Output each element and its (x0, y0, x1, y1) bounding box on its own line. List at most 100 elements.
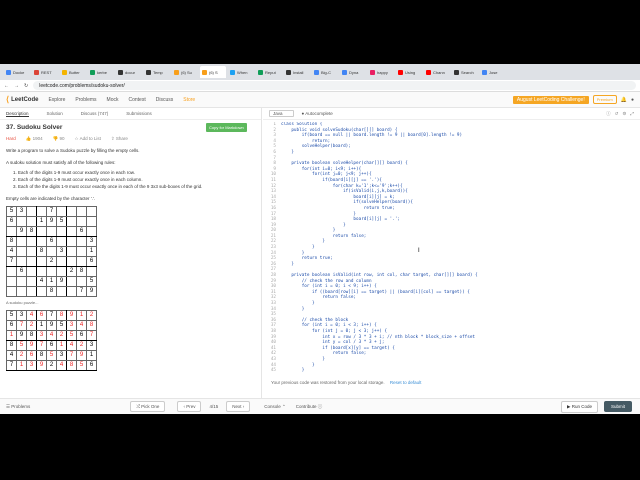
sudoku-cell (6, 266, 17, 277)
browser-tab[interactable]: (6) Su (172, 66, 198, 78)
sudoku-cell: 6 (46, 236, 57, 247)
avatar[interactable]: ● (631, 97, 634, 103)
browser-tab-label: Temp (153, 69, 163, 75)
sudoku-cell: 1 (56, 340, 67, 351)
nav-store[interactable]: Store (183, 97, 195, 103)
url-input[interactable]: leetcode.com/problems/sudoku-solver/ (33, 81, 636, 90)
browser-tab[interactable]: (6) S (200, 66, 226, 78)
nav-discuss[interactable]: Discuss (156, 97, 174, 103)
browser-tab-label: (6) S (209, 69, 218, 75)
rules-list: Each of the digits 1-9 must occur exactl… (6, 169, 255, 190)
browser-tab[interactable]: happy (368, 66, 394, 78)
challenge-banner[interactable]: August LeetCoding Challenge! (512, 95, 589, 104)
tab-solution[interactable]: Solution (47, 111, 63, 116)
browser-tab[interactable]: Temp (144, 66, 170, 78)
code-editor[interactable]: 1 class Solution {2 public void solveSudo… (263, 122, 640, 376)
share-label: Share (115, 136, 128, 141)
reset-icon[interactable]: ↺ (615, 111, 619, 117)
console-button[interactable]: Console ⌃ (264, 404, 286, 410)
browser-tab[interactable]: Big-C (312, 66, 338, 78)
sudoku-cell (66, 226, 77, 237)
sudoku-cell: 2 (26, 320, 37, 331)
reload-icon[interactable]: ↻ (24, 83, 28, 89)
sudoku-cell: 6 (76, 330, 87, 341)
sudoku-cell: 5 (46, 350, 57, 361)
share-button[interactable]: ⇪ Share (111, 135, 128, 142)
browser-tab[interactable]: Chann (424, 66, 450, 78)
language-select[interactable]: Java (269, 110, 294, 117)
sudoku-cell: 4 (76, 320, 87, 331)
browser-tab-label: Docke (13, 69, 25, 75)
sudoku-cell: 3 (86, 236, 97, 247)
reset-to-default-link[interactable]: Reset to default (390, 380, 422, 385)
browser-tab[interactable]: Dyna (340, 66, 366, 78)
autocomplete-toggle[interactable]: ● Autocomplete (302, 111, 333, 116)
sudoku-cell (6, 276, 17, 287)
browser-tab[interactable]: REST (32, 66, 58, 78)
tab-submissions[interactable]: Submissions (126, 111, 152, 116)
tab-discuss[interactable]: Discuss (747) (81, 111, 109, 116)
next-button[interactable]: Next › (226, 401, 251, 412)
add-to-list-button[interactable]: ☆ Add to List (75, 135, 101, 142)
page-indicator: 4/15 (209, 404, 219, 409)
like-button[interactable]: 👍 1904 (26, 135, 43, 142)
fullscreen-icon[interactable]: ⤢ (630, 111, 634, 117)
prev-button[interactable]: ‹ Prev (177, 401, 202, 412)
sudoku-cell: 8 (66, 360, 77, 371)
sudoku-cell: 8 (36, 246, 47, 257)
browser-tab[interactable]: Reput (256, 66, 282, 78)
info-icon[interactable]: ⓘ (606, 111, 611, 117)
difficulty-badge: Hard (6, 136, 16, 141)
browser-tab[interactable]: kerbe (88, 66, 114, 78)
submit-button[interactable]: Submit (603, 401, 632, 412)
sudoku-cell: 8 (26, 226, 37, 237)
copy-markdown-button[interactable]: Copy for Markdown (206, 123, 247, 132)
nav-contest[interactable]: Contest (129, 97, 146, 103)
sudoku-cell (46, 226, 57, 237)
rule-item: Each of the digits 1-9 must occur exactl… (18, 169, 255, 176)
sudoku-cell: 9 (36, 360, 47, 371)
url-text: leetcode.com/problems/sudoku-solver/ (39, 82, 125, 89)
browser-tab[interactable]: docur (116, 66, 142, 78)
browser-tab[interactable]: Search (452, 66, 478, 78)
browser-tab[interactable]: Jose (480, 66, 506, 78)
sudoku-cell (86, 266, 97, 277)
sudoku-cell (86, 206, 97, 217)
tab-favicon-icon (202, 69, 207, 75)
sudoku-cell: 7 (86, 330, 97, 341)
contribute-button[interactable]: Contribute ⓘ (296, 404, 323, 410)
nav-explore[interactable]: Explore (48, 97, 65, 103)
sudoku-cell (26, 276, 37, 287)
sudoku-cell (16, 256, 27, 267)
back-icon[interactable]: ← (4, 83, 9, 89)
pick-one-label: Pick One (141, 404, 160, 409)
browser-tab[interactable]: Butter (60, 66, 86, 78)
browser-tab[interactable]: Docke (4, 66, 30, 78)
sudoku-cell: 7 (6, 360, 17, 371)
browser-tab[interactable]: When (228, 66, 254, 78)
puzzle-caption: A sudoku puzzle... (6, 300, 39, 305)
sudoku-cell: 1 (36, 320, 47, 331)
leetcode-logo[interactable]: ⟨ LeetCode (6, 95, 38, 104)
notification-icon[interactable]: 🔔 (621, 97, 627, 103)
forward-icon[interactable]: → (14, 83, 19, 89)
tab-description[interactable]: Description (6, 111, 29, 117)
nav-right: August LeetCoding Challenge! Premium 🔔 ● (512, 95, 634, 104)
sudoku-cell (16, 276, 27, 287)
browser-tab[interactable]: Using (396, 66, 422, 78)
sudoku-cell (66, 256, 77, 267)
nav-problems[interactable]: Problems (75, 97, 96, 103)
sudoku-cell: 9 (46, 216, 57, 227)
pick-one-button[interactable]: ⤮ Pick One (130, 401, 166, 412)
browser-tab[interactable]: Install (284, 66, 310, 78)
tab-favicon-icon (62, 69, 67, 75)
sudoku-cell: 3 (36, 330, 47, 341)
nav-mock[interactable]: Mock (107, 97, 119, 103)
problems-button[interactable]: ☰ Problems (6, 404, 30, 410)
problem-tabs: Description Solution Discuss (747) Submi… (0, 108, 261, 120)
run-code-button[interactable]: ▶ Run Code (561, 400, 598, 413)
sudoku-cell: 9 (16, 330, 27, 341)
settings-icon[interactable]: ⚙ (622, 111, 626, 117)
premium-button[interactable]: Premium (592, 95, 617, 104)
dislike-button[interactable]: 👎 90 (53, 135, 65, 142)
